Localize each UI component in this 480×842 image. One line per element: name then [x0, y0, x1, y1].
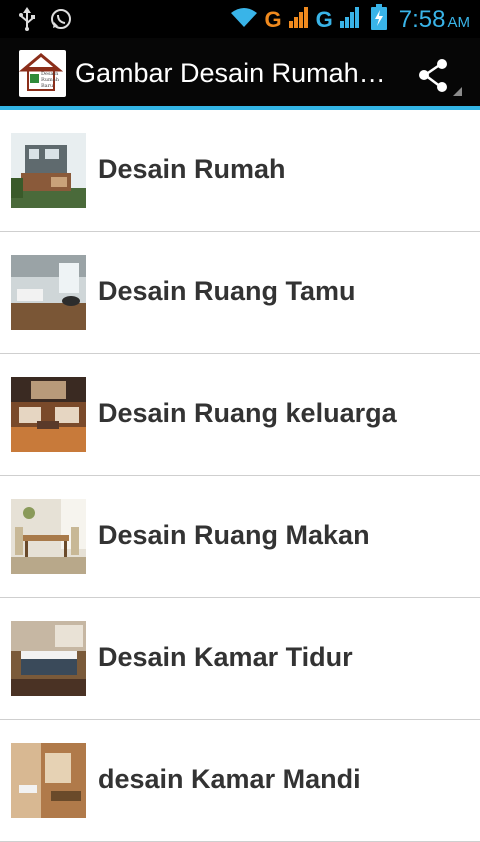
clock: 7:58 AM [399, 6, 470, 34]
list-item-label: Desain Ruang Tamu [98, 276, 356, 306]
usb-icon [18, 7, 36, 36]
list-item[interactable]: Desain Ruang Tamu [0, 232, 480, 354]
list-item-label: desain Kamar Mandi [98, 764, 361, 794]
list-item-label: Desain Ruang Makan [98, 520, 370, 550]
overflow-indicator [453, 87, 462, 96]
share-icon [419, 59, 447, 92]
whatsapp-icon [50, 8, 72, 35]
signal-icon [339, 5, 361, 34]
clock-ampm: AM [447, 13, 471, 31]
thumbnail-bedroom [11, 621, 86, 696]
thumbnail-house-exterior [11, 133, 86, 208]
network-type-label: G [315, 6, 333, 32]
app-logo-icon[interactable]: Desain Rumah Baru [18, 50, 66, 97]
share-button[interactable] [414, 56, 462, 96]
app-title: Gambar Desain Rumah… [75, 58, 386, 88]
thumbnail-bathroom [11, 743, 86, 818]
wifi-icon [229, 5, 259, 34]
list-item[interactable]: Desain Kamar Tidur [0, 598, 480, 720]
signal-icon [288, 5, 310, 34]
list-item-label: Desain Rumah [98, 154, 286, 184]
list-item[interactable]: Desain Ruang Makan [0, 476, 480, 598]
list-item[interactable]: desain Kamar Mandi [0, 720, 480, 842]
list-item[interactable]: Desain Rumah [0, 110, 480, 232]
category-list: Desain Rumah Desain Ruang Tamu Desain Ru… [0, 110, 480, 842]
status-bar: G G 7:58 AM [0, 0, 480, 38]
thumbnail-family-room [11, 377, 86, 452]
thumbnail-dining-room [11, 499, 86, 574]
list-item-label: Desain Kamar Tidur [98, 642, 353, 672]
logo-text-3: Baru [41, 83, 54, 89]
clock-time: 7:58 [398, 5, 446, 33]
thumbnail-living-room [11, 255, 86, 330]
list-item-label: Desain Ruang keluarga [98, 398, 397, 428]
battery-charging-icon [370, 4, 387, 35]
action-bar: Desain Rumah Baru Gambar Desain Rumah… [0, 38, 480, 110]
list-item[interactable]: Desain Ruang keluarga [0, 354, 480, 476]
network-type-label: G [264, 6, 282, 32]
